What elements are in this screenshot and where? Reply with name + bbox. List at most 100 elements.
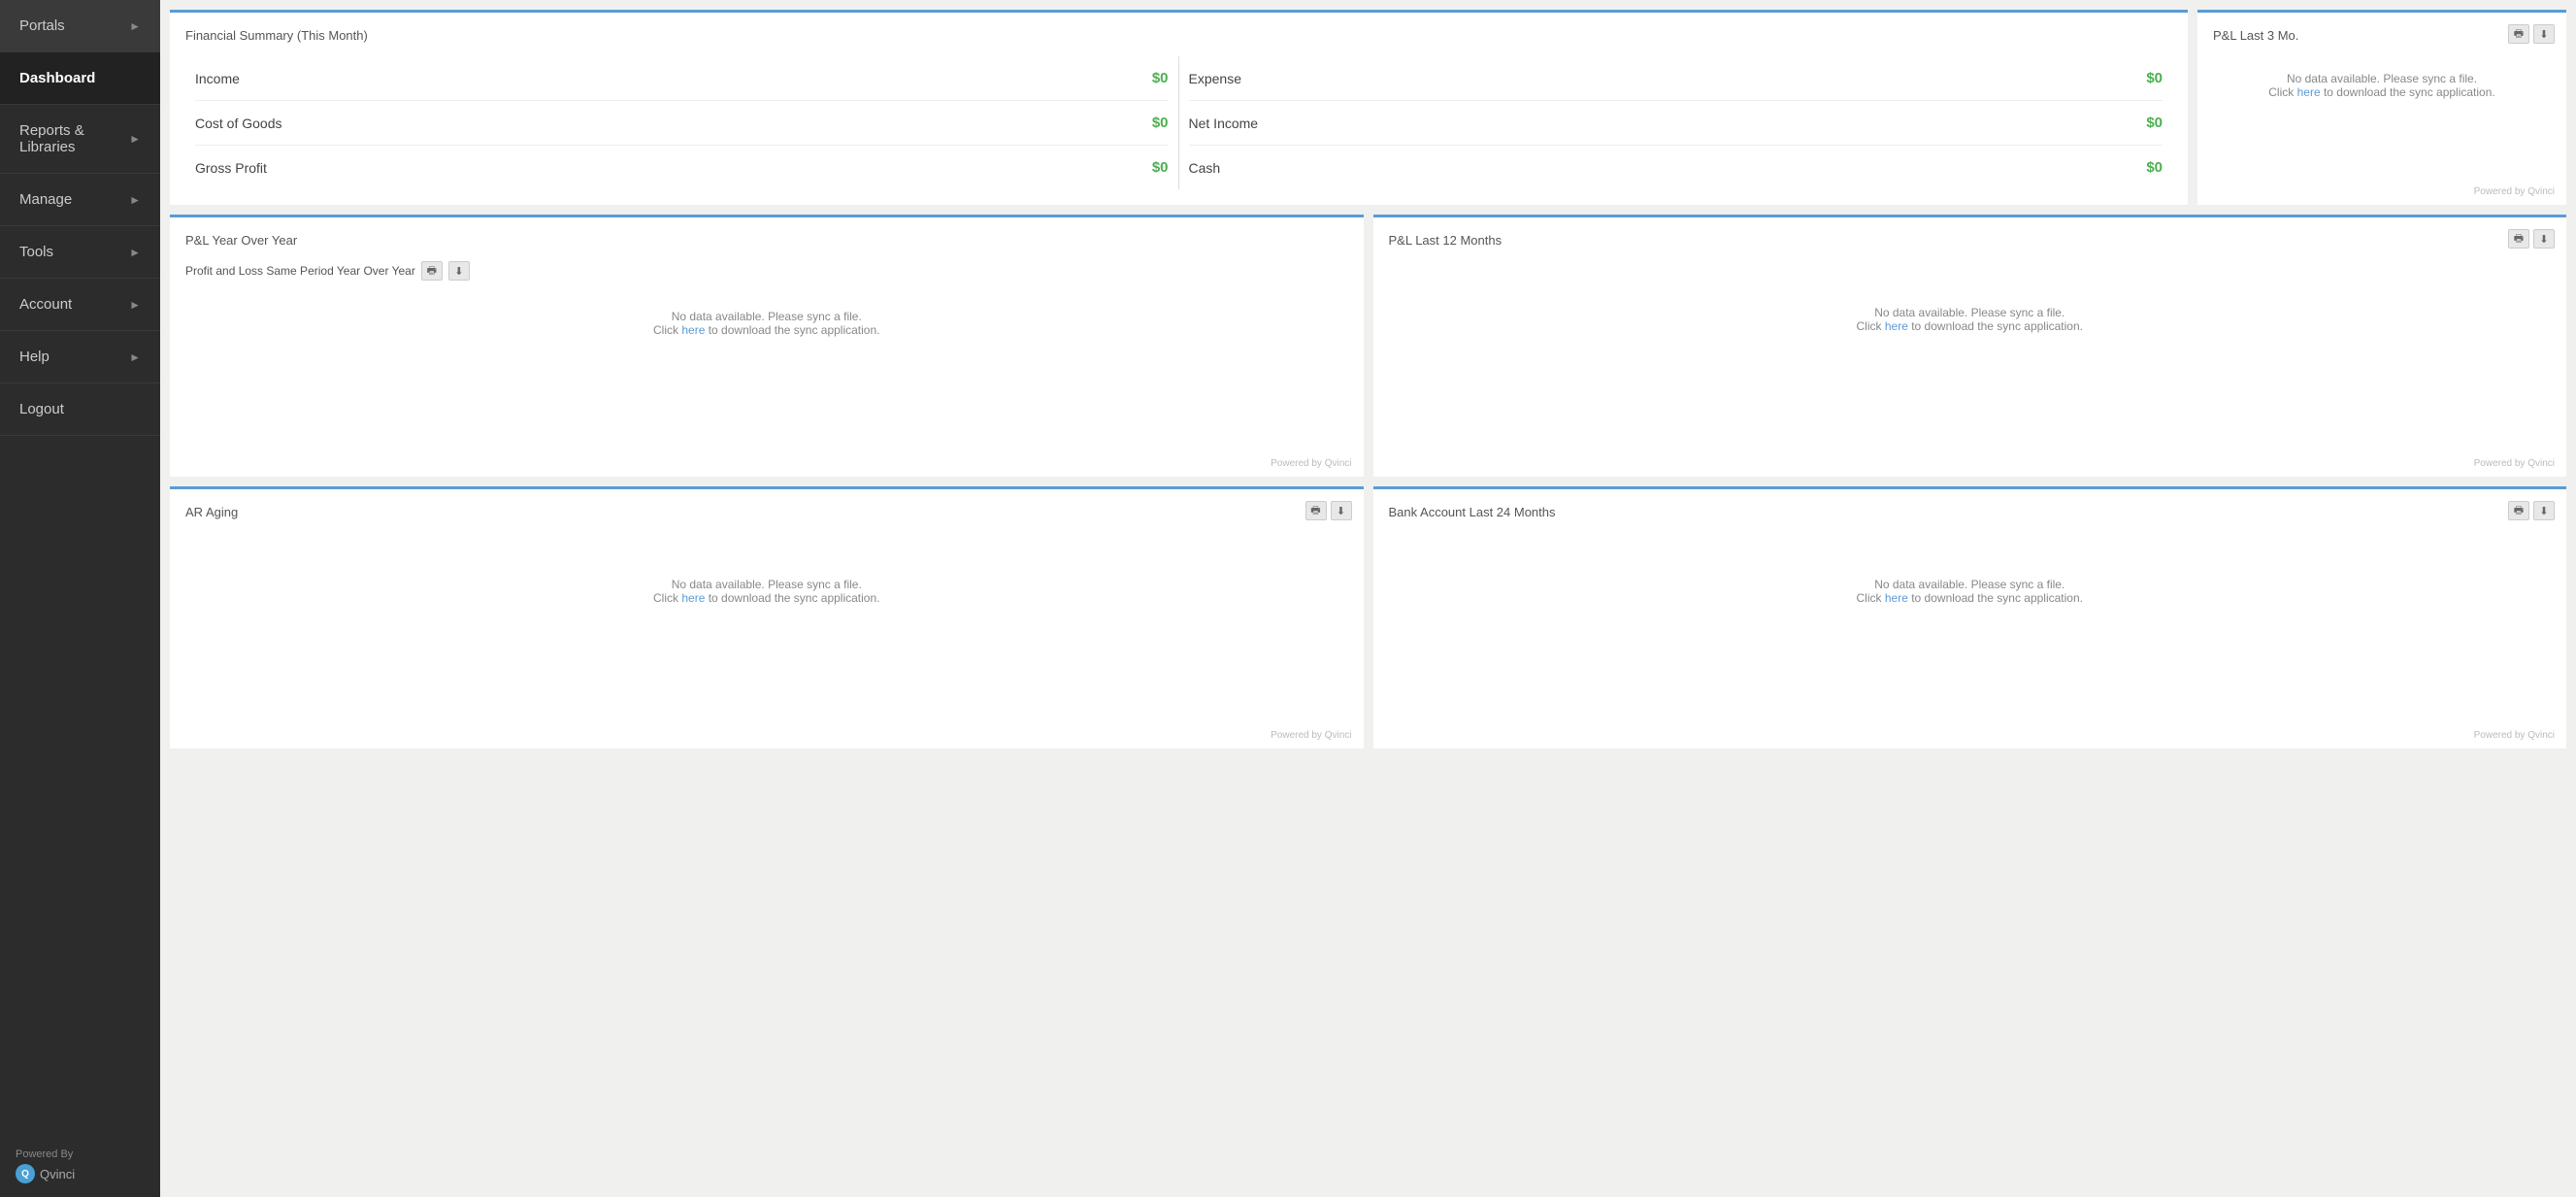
sidebar-item-manage[interactable]: Manage ►: [0, 174, 160, 226]
row-1: Financial Summary (This Month) Income $0…: [170, 10, 2566, 205]
row-2: P&L Year Over Year Profit and Loss Same …: [170, 215, 2566, 477]
sidebar-powered: Powered By Q Qvinci: [0, 1133, 160, 1197]
sidebar-item-logout-label: Logout: [19, 401, 64, 417]
expense-label: Expense: [1189, 71, 1241, 86]
cash-label: Cash: [1189, 160, 1221, 176]
cash-row: Cash $0: [1189, 146, 2163, 189]
yoy-download-icon[interactable]: ⬇: [448, 261, 470, 281]
gross-profit-label: Gross Profit: [195, 160, 267, 176]
sync-link-text: Click here to download the sync applicat…: [185, 323, 1348, 337]
financial-summary-left-col: Income $0 Cost of Goods $0 Gross Profit …: [185, 56, 1179, 189]
sidebar-item-portals-label: Portals: [19, 17, 65, 34]
sidebar-item-portals[interactable]: Portals ►: [0, 0, 160, 52]
gross-profit-value: $0: [1152, 159, 1169, 176]
chevron-right-icon: ►: [129, 132, 141, 146]
cost-of-goods-row: Cost of Goods $0: [195, 101, 1169, 146]
cash-value: $0: [2146, 159, 2163, 176]
sidebar-item-account[interactable]: Account ►: [0, 279, 160, 331]
sidebar-item-tools[interactable]: Tools ►: [0, 226, 160, 279]
ar-aging-powered-by: Powered by Qvinci: [1271, 730, 1351, 741]
sidebar-item-dashboard-label: Dashboard: [19, 70, 95, 86]
no-data-text: No data available. Please sync a file.: [1389, 578, 2552, 591]
net-income-row: Net Income $0: [1189, 101, 2163, 146]
print-icon[interactable]: 🖶: [2508, 501, 2529, 520]
pl-last-3mo-powered-by: Powered by Qvinci: [2474, 186, 2555, 197]
income-row: Income $0: [195, 56, 1169, 101]
financial-summary-right-col: Expense $0 Net Income $0 Cash $0: [1179, 56, 2173, 189]
sync-link-text: Click here to download the sync applicat…: [1389, 319, 2552, 333]
qvinci-brand-name: Qvinci: [40, 1167, 75, 1181]
bank-account-card: Bank Account Last 24 Months 🖶 ⬇ No data …: [1373, 486, 2567, 748]
yoy-print-icon[interactable]: 🖶: [421, 261, 443, 281]
net-income-value: $0: [2146, 115, 2163, 131]
bank-account-title: Bank Account Last 24 Months: [1389, 505, 2552, 519]
pl-yoy-card: P&L Year Over Year Profit and Loss Same …: [170, 215, 1364, 477]
bank-account-icons: 🖶 ⬇: [2508, 501, 2555, 520]
chevron-right-icon: ►: [129, 19, 141, 33]
sidebar-item-reports-label: Reports & Libraries: [19, 122, 129, 155]
sidebar-item-tools-label: Tools: [19, 244, 53, 260]
chevron-right-icon: ►: [129, 193, 141, 207]
cost-of-goods-value: $0: [1152, 115, 1169, 131]
ar-aging-title: AR Aging: [185, 505, 1348, 519]
qvinci-brand: Q Qvinci: [16, 1164, 145, 1183]
no-data-text: No data available. Please sync a file.: [185, 310, 1348, 323]
net-income-label: Net Income: [1189, 116, 1259, 131]
pl-last-12mo-powered-by: Powered by Qvinci: [2474, 458, 2555, 469]
download-icon[interactable]: ⬇: [2533, 229, 2555, 249]
powered-by-label: Powered By: [16, 1148, 73, 1160]
sidebar: Portals ► Dashboard Reports & Libraries …: [0, 0, 160, 1197]
sync-link[interactable]: here: [2297, 85, 2321, 99]
sidebar-item-help[interactable]: Help ►: [0, 331, 160, 383]
pl-yoy-powered-by: Powered by Qvinci: [1271, 458, 1351, 469]
sidebar-item-dashboard[interactable]: Dashboard: [0, 52, 160, 105]
sidebar-item-account-label: Account: [19, 296, 72, 313]
sidebar-item-manage-label: Manage: [19, 191, 72, 208]
chevron-right-icon: ►: [129, 350, 141, 364]
sync-link-text: Click here to download the sync applicat…: [2213, 85, 2551, 99]
sync-link[interactable]: here: [681, 323, 705, 337]
print-icon[interactable]: 🖶: [1305, 501, 1327, 520]
sync-link-text: Click here to download the sync applicat…: [185, 591, 1348, 605]
sync-link[interactable]: here: [681, 591, 705, 605]
expense-value: $0: [2146, 70, 2163, 86]
row-3: AR Aging 🖶 ⬇ No data available. Please s…: [170, 486, 2566, 748]
main-content: Financial Summary (This Month) Income $0…: [160, 0, 2576, 1197]
download-icon[interactable]: ⬇: [1331, 501, 1352, 520]
pl-yoy-title: P&L Year Over Year: [185, 233, 1348, 248]
pl-last-3mo-card: P&L Last 3 Mo. 🖶 ⬇ No data available. Pl…: [2197, 10, 2566, 205]
pl-last-3mo-icons: 🖶 ⬇: [2508, 24, 2555, 44]
pl-last-12mo-no-data: No data available. Please sync a file. C…: [1389, 306, 2552, 333]
dashboard-grid: Financial Summary (This Month) Income $0…: [160, 0, 2576, 758]
sidebar-item-reports-libraries[interactable]: Reports & Libraries ►: [0, 105, 160, 174]
financial-summary-title: Financial Summary (This Month): [185, 28, 2172, 43]
pl-last-12mo-icons: 🖶 ⬇: [2508, 229, 2555, 249]
qvinci-logo-icon: Q: [16, 1164, 35, 1183]
sidebar-item-logout[interactable]: Logout: [0, 383, 160, 436]
ar-aging-icons: 🖶 ⬇: [1305, 501, 1352, 520]
pl-yoy-chart-label-row: Profit and Loss Same Period Year Over Ye…: [185, 261, 1348, 281]
income-value: $0: [1152, 70, 1169, 86]
sidebar-item-help-label: Help: [19, 349, 50, 365]
pl-yoy-no-data: No data available. Please sync a file. C…: [185, 310, 1348, 337]
cost-of-goods-label: Cost of Goods: [195, 116, 282, 131]
no-data-text: No data available. Please sync a file.: [185, 578, 1348, 591]
pl-last-3mo-no-data: No data available. Please sync a file. C…: [2213, 72, 2551, 99]
financial-summary-card: Financial Summary (This Month) Income $0…: [170, 10, 2188, 205]
sync-link[interactable]: here: [1885, 319, 1908, 333]
download-icon[interactable]: ⬇: [2533, 501, 2555, 520]
print-icon[interactable]: 🖶: [2508, 24, 2529, 44]
pl-last-12mo-title: P&L Last 12 Months: [1389, 233, 2552, 248]
financial-summary-grid: Income $0 Cost of Goods $0 Gross Profit …: [185, 56, 2172, 189]
print-icon[interactable]: 🖶: [2508, 229, 2529, 249]
sync-link[interactable]: here: [1885, 591, 1908, 605]
bank-account-no-data: No data available. Please sync a file. C…: [1389, 578, 2552, 605]
pl-last-12mo-card: P&L Last 12 Months 🖶 ⬇ No data available…: [1373, 215, 2567, 477]
download-icon[interactable]: ⬇: [2533, 24, 2555, 44]
chevron-right-icon: ►: [129, 298, 141, 312]
pl-yoy-chart-label: Profit and Loss Same Period Year Over Ye…: [185, 264, 415, 278]
pl-last-3mo-title: P&L Last 3 Mo.: [2213, 28, 2551, 43]
ar-aging-card: AR Aging 🖶 ⬇ No data available. Please s…: [170, 486, 1364, 748]
no-data-text: No data available. Please sync a file.: [1389, 306, 2552, 319]
expense-row: Expense $0: [1189, 56, 2163, 101]
